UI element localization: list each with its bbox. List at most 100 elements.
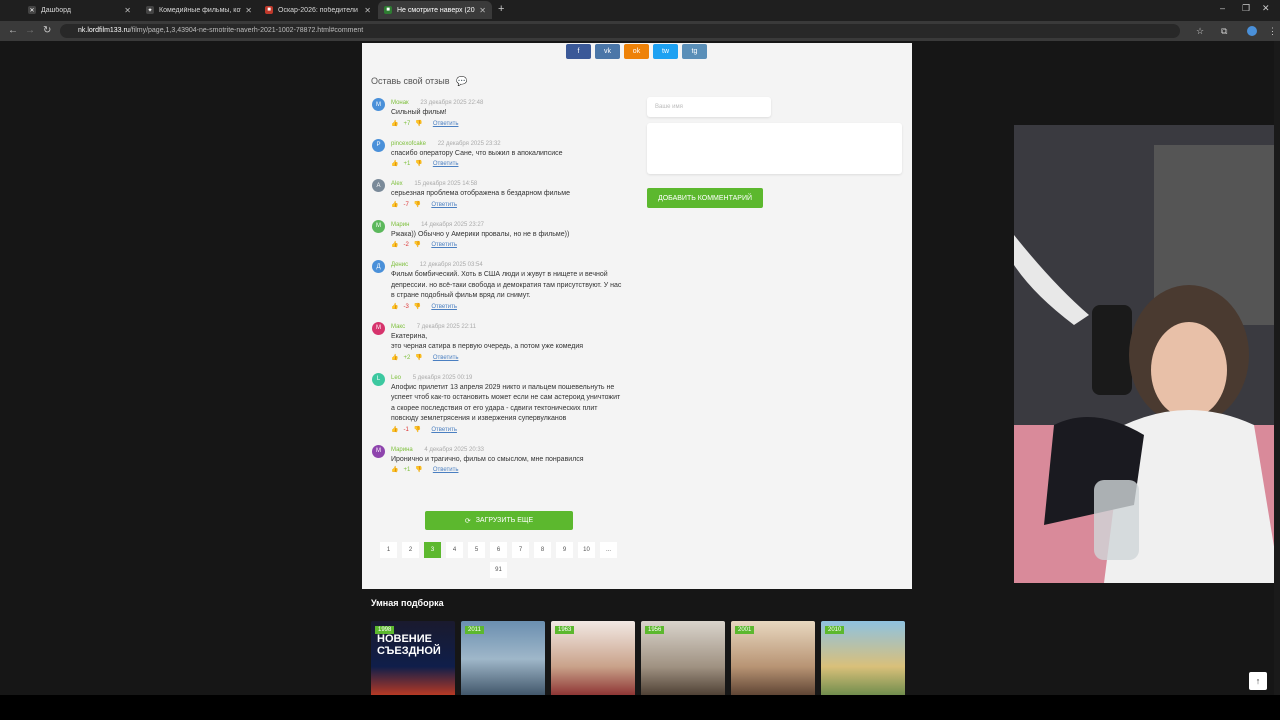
load-more-button[interactable]: ⟳ ЗАГРУЗИТЬ ЕЩЕ <box>425 511 573 530</box>
twitter-share-button[interactable]: tw <box>653 44 678 59</box>
movie-poster[interactable]: 2001 <box>731 621 815 695</box>
page-link[interactable]: ... <box>600 542 617 558</box>
menu-dots-icon[interactable]: ⋮ <box>1268 26 1277 37</box>
comment-author[interactable]: Марин <box>391 222 409 228</box>
thumbs-down-icon[interactable]: 👎 <box>415 465 422 476</box>
reply-link[interactable]: Ответить <box>431 200 457 211</box>
thumbs-down-icon[interactable]: 👎 <box>415 119 422 130</box>
page-link[interactable]: 6 <box>490 542 507 558</box>
thumbs-up-icon[interactable]: 👍 <box>391 425 398 436</box>
thumbs-down-icon[interactable]: 👎 <box>414 200 421 211</box>
thumbs-up-icon[interactable]: 👍 <box>391 119 398 130</box>
thumbs-down-icon[interactable]: 👎 <box>414 240 421 251</box>
facebook-share-button[interactable]: f <box>566 44 591 59</box>
page-link[interactable]: 1 <box>380 542 397 558</box>
forward-icon[interactable]: → <box>25 25 35 36</box>
webcam-overlay <box>1014 125 1280 583</box>
page-link[interactable]: 2 <box>402 542 419 558</box>
browser-tab[interactable]: ✦ Комедийные фильмы, которые… ✕ <box>140 1 258 19</box>
page-viewport: f vk ok tw tg Оставь свой отзыв 💬 M Монак 23… <box>0 41 1280 695</box>
close-tab-icon[interactable]: ✕ <box>479 6 486 15</box>
comment-date: 15 декабря 2025 14:58 <box>414 181 478 187</box>
thumbs-up-icon[interactable]: 👍 <box>391 353 398 364</box>
reply-link[interactable]: Ответить <box>431 425 457 436</box>
thumbs-up-icon[interactable]: 👍 <box>391 200 398 211</box>
ok-share-button[interactable]: ok <box>624 44 649 59</box>
comment-author[interactable]: Leo <box>391 375 401 381</box>
comment-meta: Марин 14 декабря 2025 23:27 <box>391 220 626 230</box>
thumbs-down-icon[interactable]: 👎 <box>415 353 422 364</box>
comment-author[interactable]: Макс <box>391 324 405 330</box>
avatar: M <box>372 444 385 458</box>
thumbs-down-icon[interactable]: 👎 <box>414 302 421 313</box>
page-link[interactable]: 4 <box>446 542 463 558</box>
movie-poster[interactable]: 1998 НОВЕНИЕ СЪЕЗДНОЙ <box>371 621 455 695</box>
tab-title: Не смотрите наверх (2021) с… <box>397 6 475 14</box>
minimize-icon[interactable]: – <box>1220 3 1225 13</box>
comment-text: серьезная проблема отображена в бездарно… <box>391 190 570 197</box>
poster-row: 1998 НОВЕНИЕ СЪЕЗДНОЙ 2011 1963 1956 2001 2010 <box>371 621 905 695</box>
comment-date: 5 декабря 2025 00:19 <box>412 374 473 381</box>
movie-poster[interactable]: 1963 <box>551 621 635 695</box>
browser-tab[interactable]: ■ Не смотрите наверх (2021) с… ✕ <box>378 1 492 19</box>
bookmark-star-icon[interactable]: ☆ <box>1196 26 1204 37</box>
reload-icon[interactable]: ↻ <box>43 25 51 36</box>
comment-author[interactable]: Марина <box>391 447 413 453</box>
close-tab-icon[interactable]: ✕ <box>364 6 371 15</box>
scroll-top-button[interactable]: ↑ <box>1249 672 1267 690</box>
comment-author[interactable]: Денис <box>391 262 408 268</box>
telegram-share-button[interactable]: tg <box>682 44 707 59</box>
page-scrollbar[interactable] <box>1274 41 1280 695</box>
page-link[interactable]: 9 <box>556 542 573 558</box>
add-comment-button[interactable]: ДОБАВИТЬ КОММЕНТАРИЙ <box>647 188 763 208</box>
comment-item: M Монак 23 декабря 2025 22:48 Сильный фи… <box>371 98 626 130</box>
comment-item: Д Денис 12 декабря 2025 03:54 Фильм бомб… <box>371 260 626 313</box>
url-field[interactable]: nk.lordfilm133.ru/filmy/page,1,3,43904-n… <box>60 24 1180 38</box>
page-link[interactable]: 8 <box>534 542 551 558</box>
name-input[interactable]: Ваше имя <box>647 97 771 117</box>
browser-tab[interactable]: ✕ Дашборд ✕ <box>22 1 137 19</box>
thumbs-down-icon[interactable]: 👎 <box>415 159 422 170</box>
share-buttons: f vk ok tw tg <box>566 44 707 59</box>
profile-avatar-icon[interactable] <box>1247 26 1257 36</box>
close-tab-icon[interactable]: ✕ <box>245 6 252 15</box>
comment-author[interactable]: pincexofcake <box>391 141 426 147</box>
comment-item: M Марина 4 декабря 2025 20:33 Иронично и… <box>371 444 626 477</box>
reply-link[interactable]: Ответить <box>433 353 459 364</box>
thumbs-up-icon[interactable]: 👍 <box>391 159 398 170</box>
comment-author[interactable]: Монак <box>391 100 409 106</box>
page-link[interactable]: 5 <box>468 542 485 558</box>
comment-date: 4 декабря 2025 20:33 <box>424 446 485 453</box>
extensions-icon[interactable]: ⧉ <box>1221 26 1227 37</box>
reply-link[interactable]: Ответить <box>431 240 457 251</box>
vk-share-button[interactable]: vk <box>595 44 620 59</box>
close-window-icon[interactable]: ✕ <box>1262 3 1270 14</box>
reply-link[interactable]: Ответить <box>433 465 459 476</box>
movie-poster[interactable]: 2010 <box>821 621 905 695</box>
thumbs-up-icon[interactable]: 👍 <box>391 465 398 476</box>
back-icon[interactable]: ← <box>8 25 18 36</box>
restore-icon[interactable]: ❐ <box>1242 3 1250 14</box>
page-link[interactable]: 91 <box>490 562 507 578</box>
thumbs-up-icon[interactable]: 👍 <box>391 302 398 313</box>
avatar: L <box>372 372 385 386</box>
comment-textarea[interactable] <box>647 123 902 174</box>
movie-poster[interactable]: 1956 <box>641 621 725 695</box>
browser-tab[interactable]: ■ Оскар-2026: победители и но… ✕ <box>259 1 377 19</box>
new-tab-button[interactable]: + <box>498 3 504 15</box>
movie-poster[interactable]: 2011 <box>461 621 545 695</box>
comment-item: P pincexofcake 22 декабря 2025 23:32 спа… <box>371 138 626 171</box>
page-link[interactable]: 10 <box>578 542 595 558</box>
thumbs-down-icon[interactable]: 👎 <box>414 425 421 436</box>
close-tab-icon[interactable]: ✕ <box>124 6 131 15</box>
reply-link[interactable]: Ответить <box>431 302 457 313</box>
poster-year-badge: 2011 <box>465 626 484 634</box>
comment-author[interactable]: Alex <box>391 181 403 187</box>
reply-link[interactable]: Ответить <box>433 159 459 170</box>
thumbs-up-icon[interactable]: 👍 <box>391 240 398 251</box>
comment-date: 7 декабря 2025 22:11 <box>416 323 476 330</box>
poster-title: НОВЕНИЕ СЪЕЗДНОЙ <box>377 633 441 657</box>
page-link[interactable]: 3 <box>424 542 441 558</box>
reply-link[interactable]: Ответить <box>433 119 459 130</box>
page-link[interactable]: 7 <box>512 542 529 558</box>
